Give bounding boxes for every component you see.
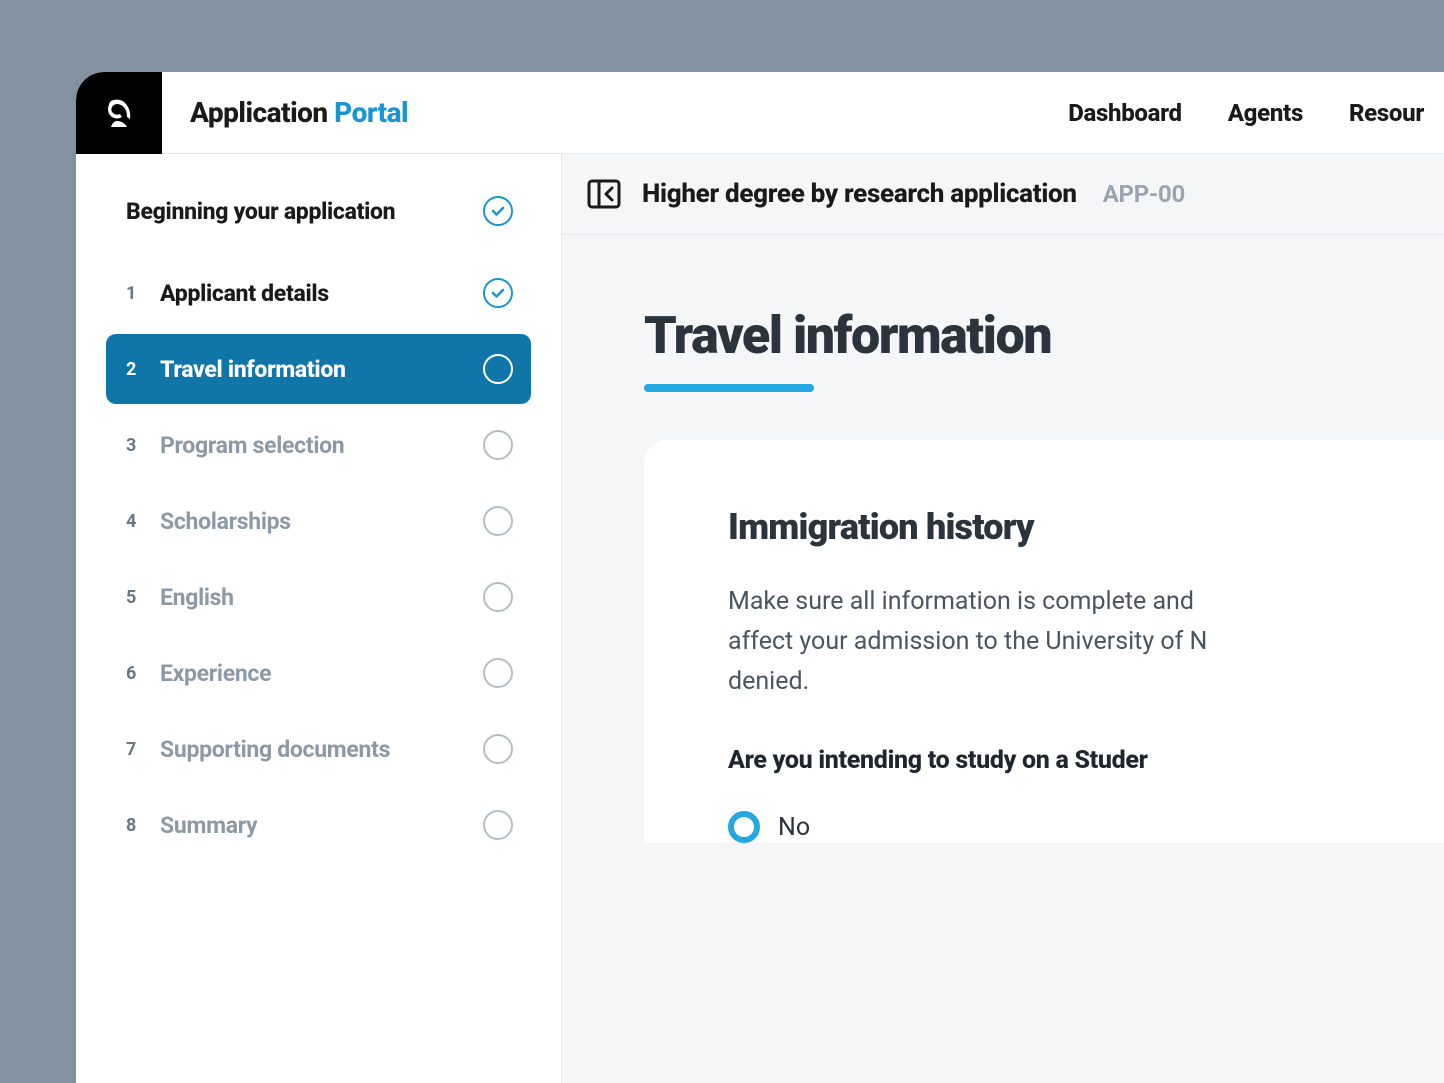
step-label: Summary [160, 812, 483, 839]
step-label: Applicant details [160, 280, 483, 307]
application-window: Application Portal Dashboard Agents Reso… [76, 72, 1444, 1083]
app-title-part2: Portal [334, 96, 408, 129]
sidebar-header[interactable]: Beginning your application [106, 182, 531, 240]
sidebar-item-travel-information[interactable]: 2 Travel information [106, 334, 531, 404]
content: Travel information Immigration history M… [562, 235, 1444, 843]
body-area: Beginning your application 1 Applicant d… [76, 154, 1444, 1083]
circle-icon [483, 582, 513, 612]
circle-icon [483, 734, 513, 764]
nav-links: Dashboard Agents Resour [1068, 99, 1444, 127]
section-underline [644, 384, 814, 392]
sidebar-item-english[interactable]: 5 English [106, 562, 531, 632]
radio-selected-icon [728, 811, 760, 843]
step-number: 3 [126, 435, 148, 456]
radio-option-no[interactable]: No [728, 811, 1444, 843]
check-icon [483, 196, 513, 226]
application-id: APP-00 [1103, 180, 1185, 208]
step-number: 4 [126, 511, 148, 532]
main-content: Higher degree by research application AP… [562, 154, 1444, 1083]
sidebar-item-supporting-documents[interactable]: 7 Supporting documents [106, 714, 531, 784]
step-label: English [160, 584, 483, 611]
question-student-visa: Are you intending to study on a Studer [728, 746, 1444, 775]
step-label: Program selection [160, 432, 483, 459]
step-number: 1 [126, 283, 148, 304]
step-number: 8 [126, 815, 148, 836]
page-title: Higher degree by research application [642, 179, 1077, 209]
app-header: Application Portal Dashboard Agents Reso… [76, 72, 1444, 154]
horse-logo-icon [97, 91, 141, 135]
circle-icon [483, 354, 513, 384]
step-label: Experience [160, 660, 483, 687]
circle-icon [483, 430, 513, 460]
circle-icon [483, 658, 513, 688]
logo[interactable] [76, 72, 162, 154]
nav-resources[interactable]: Resour [1349, 99, 1424, 127]
collapse-left-icon [586, 176, 622, 212]
step-label: Supporting documents [160, 736, 483, 763]
app-title-part1: Application [190, 96, 328, 129]
step-number: 7 [126, 739, 148, 760]
card-title: Immigration history [728, 506, 1444, 548]
circle-icon [483, 810, 513, 840]
step-number: 2 [126, 359, 148, 380]
sidebar-item-experience[interactable]: 6 Experience [106, 638, 531, 708]
app-title: Application Portal [190, 96, 408, 129]
check-icon [483, 278, 513, 308]
sidebar: Beginning your application 1 Applicant d… [76, 154, 562, 1083]
nav-dashboard[interactable]: Dashboard [1068, 99, 1182, 127]
step-label: Scholarships [160, 508, 483, 535]
sidebar-item-program-selection[interactable]: 3 Program selection [106, 410, 531, 480]
immigration-history-card: Immigration history Make sure all inform… [644, 440, 1444, 843]
sidebar-header-label: Beginning your application [126, 198, 395, 225]
step-number: 6 [126, 663, 148, 684]
step-label: Travel information [160, 356, 483, 383]
sidebar-item-applicant-details[interactable]: 1 Applicant details [106, 258, 531, 328]
sidebar-item-scholarships[interactable]: 4 Scholarships [106, 486, 531, 556]
sidebar-item-summary[interactable]: 8 Summary [106, 790, 531, 860]
circle-icon [483, 506, 513, 536]
step-number: 5 [126, 587, 148, 608]
back-button[interactable] [586, 176, 622, 212]
section-title: Travel information [644, 305, 1444, 366]
card-body: Make sure all information is complete an… [728, 582, 1444, 702]
page-header: Higher degree by research application AP… [562, 154, 1444, 235]
nav-agents[interactable]: Agents [1228, 99, 1303, 127]
radio-label: No [778, 813, 810, 842]
